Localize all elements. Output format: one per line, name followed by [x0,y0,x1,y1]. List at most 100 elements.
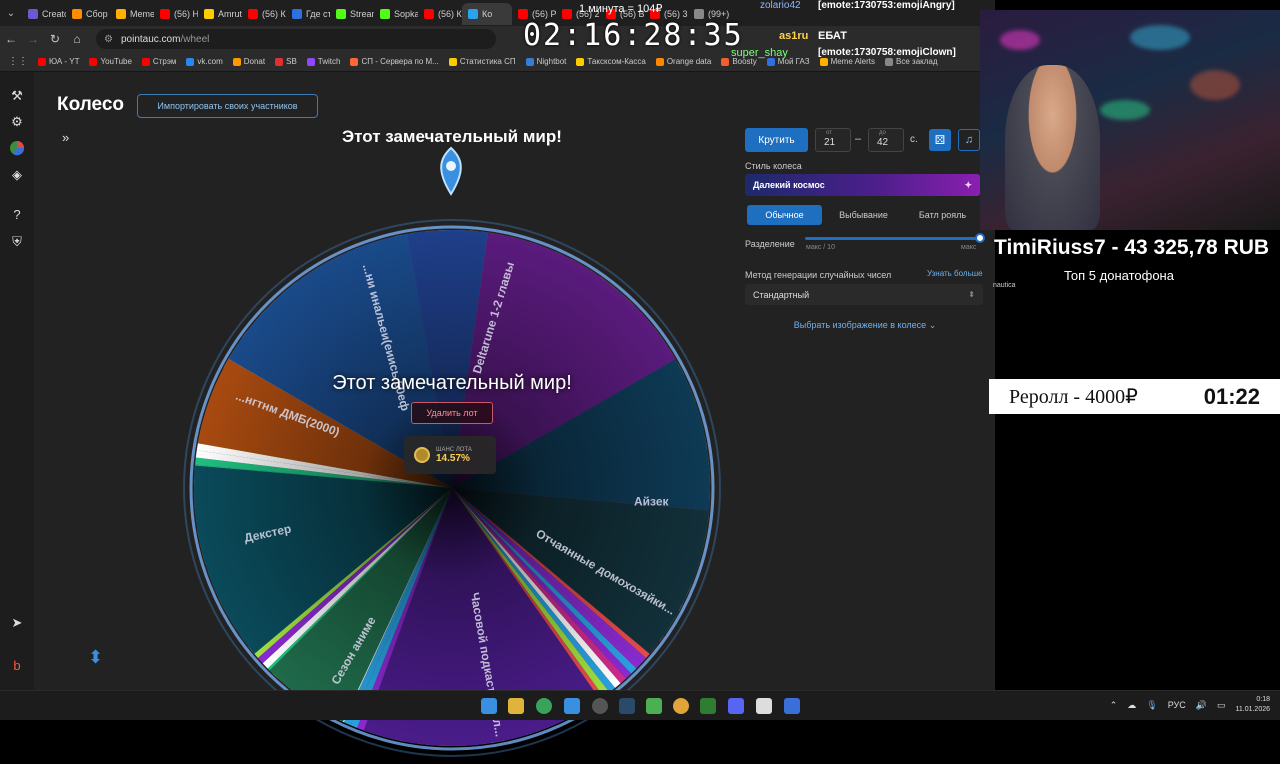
mode-tabs: Обычное Выбывание Батл рояль [747,205,980,225]
browser-icon[interactable] [673,698,689,714]
browser-tab[interactable]: (56) Н [154,3,198,25]
music-note-icon[interactable]: ♫ [958,129,980,151]
tab-favicon-icon [248,9,258,19]
tab-label: Sopka [394,9,418,19]
browser-tab[interactable]: (56) К [242,3,286,25]
duration-from-field[interactable]: от 21 [815,128,851,152]
layers-icon[interactable]: ◈ [9,167,25,183]
browser-tab[interactable]: Сбор [66,3,110,25]
bookmark-item[interactable]: Статистика СП [448,57,516,66]
bookmark-favicon-icon [721,57,730,66]
choose-image-label: Выбрать изображение в колесе [793,320,927,330]
telegram-icon[interactable] [564,698,580,714]
boosty-icon[interactable]: b [9,658,25,674]
bookmark-item[interactable]: Meme Alerts [819,57,875,66]
tab-elimination[interactable]: Выбывание [826,205,901,225]
mic-icon[interactable]: 🎙 [1146,700,1157,711]
settings-gear-icon[interactable]: ⚙ [9,114,25,130]
rng-method-select[interactable]: Стандартный ⬍ [745,284,983,305]
bookmark-item[interactable]: СП - Сервера по M... [350,57,439,66]
tab-search-chevron-icon[interactable]: ⌄ [0,2,22,24]
telegram-icon[interactable]: ➤ [9,615,25,631]
taskbar-clock[interactable]: 0:18 11.01.2026 [1235,695,1270,715]
bookmark-item[interactable]: YouTube [89,57,132,66]
drag-arrows-icon[interactable]: ⬍ [88,647,103,668]
bookmark-item[interactable]: Стрэм [141,57,176,66]
split-slider-knob[interactable] [975,233,985,243]
select-arrows-icon: ⬍ [968,290,975,299]
network-icon[interactable]: ☁ [1127,700,1136,711]
browser-tab[interactable]: Sopka [374,3,418,25]
prize-wheel[interactable]: Deltarune 1-2 главыАйзекОтчаянные домохо… [176,212,728,764]
duration-to-field[interactable]: до 42 [868,128,904,152]
browser-tab[interactable]: (56) К [418,3,462,25]
language-indicator[interactable]: РУС [1168,700,1186,710]
sparkle-icon: ✦ [964,179,972,190]
wheel-nav-icon[interactable] [9,140,25,156]
browser-tab[interactable]: Creato [22,3,66,25]
minecraft-icon[interactable] [646,698,662,714]
steam-icon[interactable] [619,698,635,714]
wheel-style-select[interactable]: Далекий космос ✦ [745,174,980,196]
browser-tab[interactable]: Stream [330,3,374,25]
learn-more-link[interactable]: Узнать больше [927,269,983,278]
import-participants-button[interactable]: Импортировать своих участников [137,94,318,118]
tab-favicon-icon [160,9,170,19]
tab-label: (56) К [262,9,286,19]
bookmark-item[interactable]: vk.com [186,57,223,66]
browser-tab[interactable]: Где ст [286,3,330,25]
help-icon[interactable]: ? [9,207,25,223]
back-arrow-icon[interactable]: ← [0,32,22,46]
address-bar[interactable]: ⚙ pointauc.com/wheel [96,29,496,49]
bookmark-item[interactable]: Donat [232,57,265,66]
choose-wheel-image-link[interactable]: Выбрать изображение в колесе ⌄ [760,320,970,331]
tab-normal[interactable]: Обычное [747,205,822,225]
bookmark-item[interactable]: ЮА - YT [38,57,79,66]
volume-icon[interactable]: 🔊 [1196,700,1207,711]
bookmark-item[interactable]: Таксксом-Касса [576,57,646,66]
bookmark-item[interactable]: SB [275,57,297,66]
auction-hammer-icon[interactable]: ⚒ [9,88,25,104]
browser-tab[interactable]: Ко [462,3,512,25]
bookmark-favicon-icon [186,57,195,66]
bookmark-item[interactable]: Все заклад [885,57,938,66]
home-icon[interactable]: ⌂ [66,32,88,46]
remote-desktop-icon[interactable] [784,698,800,714]
reload-icon[interactable]: ↻ [44,32,66,46]
obs-icon[interactable] [592,698,608,714]
browser-tab[interactable]: Meme [110,3,154,25]
file-explorer-icon[interactable] [508,698,524,714]
excel-icon[interactable] [700,698,716,714]
side-rail: ⚒ ⚙ ◈ ? ⛨ ➤ b [0,72,34,690]
site-info-icon[interactable]: ⚙ [104,34,113,45]
bookmark-favicon-icon [819,57,828,66]
dice-icon[interactable]: ⚄ [929,129,951,151]
bookmark-item[interactable]: Orange data [655,57,712,66]
bookmark-item[interactable]: Twitch [306,57,340,66]
expand-panel-icon[interactable]: » [62,130,69,145]
delete-lot-button[interactable]: Удалить лот [411,402,493,424]
tab-favicon-icon [116,9,126,19]
tab-battle-royale[interactable]: Батл рояль [905,205,980,225]
bookmark-label: YouTube [100,57,132,66]
chrome-icon[interactable] [536,698,552,714]
bookmark-label: Orange data [666,57,712,66]
chat-message: ЕБАТ [818,30,847,42]
forward-arrow-icon[interactable]: → [22,32,44,46]
shield-check-icon[interactable]: ⛨ [9,234,25,250]
browser-tab[interactable]: Amrut [198,3,242,25]
bookmark-item[interactable]: Nightbot [525,57,566,66]
selected-lot-name: Этот замечательный мир! [332,372,572,394]
bookmark-label: SB [286,57,297,66]
wheel-pointer-icon [434,146,468,196]
tab-label: Meme [130,9,154,19]
battery-icon[interactable]: ▭ [1217,700,1226,711]
discord-icon[interactable] [728,698,744,714]
app-icon[interactable] [756,698,772,714]
apps-grid-icon[interactable]: ⋮⋮ [8,56,28,67]
bookmark-favicon-icon [576,57,585,66]
spin-button[interactable]: Крутить [745,128,808,152]
split-slider-track[interactable] [805,237,980,240]
tray-chevron-icon[interactable]: ⌃ [1110,700,1118,711]
start-icon[interactable] [481,698,497,714]
